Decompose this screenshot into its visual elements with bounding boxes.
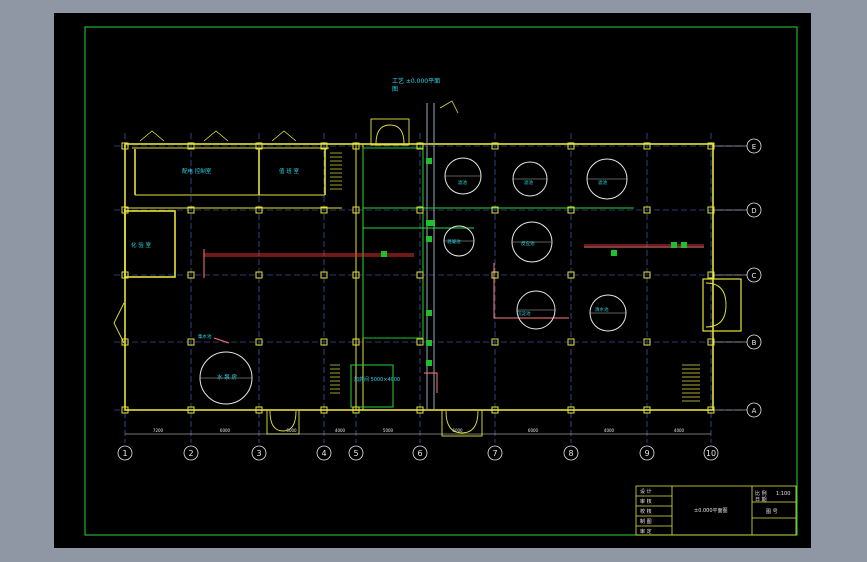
- pipes: [203, 244, 704, 393]
- tb-row: 审 定: [640, 528, 652, 535]
- dim-value: 5000: [383, 428, 394, 433]
- tank-label: 集水池: [198, 333, 212, 340]
- dim-value: 7200: [153, 428, 164, 433]
- cad-drawing: 工艺 ±0.000平面 图 配电 控制室 值 班 室 化 验 室 水 泵 房 加…: [84, 26, 798, 536]
- tank-label: 清水池: [595, 306, 609, 313]
- fitting: [426, 310, 432, 316]
- tank-label: 沉淀池: [517, 310, 531, 317]
- fitting: [426, 158, 432, 164]
- fitting: [429, 220, 435, 226]
- axis-label-y: D: [751, 207, 756, 215]
- structural-columns: [121, 142, 715, 414]
- dim-value: 6000: [220, 428, 231, 433]
- tb-scale-value: 1:100: [776, 491, 790, 497]
- axis-bubbles-x: 1 2 3 4 5 6 7 8 9 10: [117, 445, 719, 461]
- fitting: [381, 251, 387, 257]
- drawing-sheet: 工艺 ±0.000平面 图 配电 控制室 值 班 室 化 验 室 水 泵 房 加…: [54, 13, 811, 548]
- axis-label-y: B: [752, 339, 757, 347]
- fitting: [426, 236, 432, 242]
- tank-label: 滤池: [458, 179, 467, 186]
- axis-label-y: C: [752, 272, 757, 280]
- tb-date-label: 日 期: [755, 497, 767, 503]
- room-pump: 水 泵 房: [217, 373, 237, 381]
- tb-title: ±0.000平面图: [694, 508, 728, 514]
- grid-axes: [114, 133, 744, 443]
- axis-label-x: 3: [256, 449, 261, 458]
- dim-value: 4000: [674, 428, 685, 433]
- fitting: [426, 340, 432, 346]
- axis-label-x: 10: [706, 449, 716, 458]
- dim-value: 4000: [604, 428, 615, 433]
- dim-value: 6000: [286, 428, 297, 433]
- fitting: [681, 242, 687, 248]
- room-duty: 值 班 室: [279, 167, 299, 175]
- tank-label: 滤池: [524, 179, 533, 186]
- fitting: [671, 242, 677, 248]
- tank-label: 滤池: [598, 179, 607, 186]
- axis-label-y: E: [752, 143, 756, 151]
- axis-label-x: 8: [568, 449, 573, 458]
- dim-value: 6000: [452, 428, 463, 433]
- title-block-text: 设 计 审 核 校 核 制 图 审 定 ±0.000平面图 比 例 1:100 …: [640, 488, 790, 535]
- axis-label-x: 1: [122, 449, 127, 458]
- building-walls: [124, 143, 742, 411]
- tb-scale-label: 比 例: [755, 490, 767, 497]
- fitting: [611, 250, 617, 256]
- dim-value: 6000: [528, 428, 539, 433]
- tb-row: 审 核: [640, 498, 652, 505]
- drawing-title-sub: 图: [392, 86, 398, 93]
- axis-label-x: 4: [321, 449, 326, 458]
- drawing-title: 工艺 ±0.000平面: [392, 77, 440, 85]
- roof-marks: [139, 100, 459, 142]
- dim-value: 4000: [335, 428, 346, 433]
- axis-bubbles-y: E D C B A: [713, 138, 762, 418]
- dimension-line: 7200 6000 6000 4000 5000 6000 6000 4000 4000: [125, 428, 711, 435]
- tb-sheet-label: 图 号: [766, 509, 778, 515]
- tb-row: 设 计: [640, 488, 652, 495]
- axis-label-x: 5: [353, 449, 358, 458]
- tank-labels: 滤池 滤池 滤池 混凝池 反应池 沉淀池 清水池 集水池: [198, 179, 609, 340]
- room-dosing: 加药间 5000×4000: [354, 376, 400, 383]
- axis-label-x: 6: [417, 449, 422, 458]
- room-lab: 化 验 室: [131, 241, 151, 249]
- outer-frame: [84, 26, 798, 536]
- axis-label-x: 2: [188, 449, 193, 458]
- room-control: 配电 控制室: [182, 167, 212, 175]
- axis-label-y: A: [752, 407, 757, 415]
- tank-label: 反应池: [521, 240, 535, 247]
- axis-label-x: 7: [492, 449, 497, 458]
- tb-row: 制 图: [640, 518, 652, 525]
- fitting: [426, 360, 432, 366]
- axis-label-x: 9: [644, 449, 649, 458]
- tb-row: 校 核: [640, 508, 652, 515]
- tank-label: 混凝池: [447, 238, 461, 245]
